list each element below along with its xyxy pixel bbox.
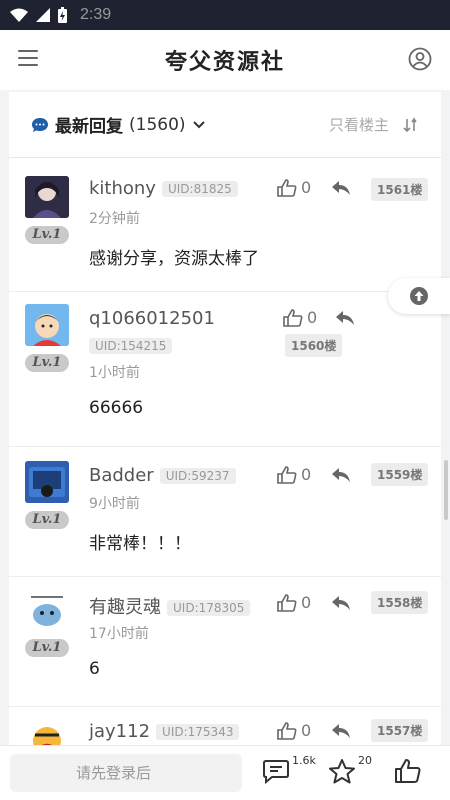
user-id-badge: UID:175343 [156, 724, 240, 740]
signal-icon [36, 8, 50, 22]
level-badge: Lv.1 [25, 226, 69, 244]
user-id-badge: UID:81825 [161, 181, 238, 197]
comment-text: 感谢分享，资源太棒了 [89, 249, 259, 269]
thumbs-up-icon [277, 465, 297, 484]
comment-item: Lv.1 kithony UID:81825 2分钟前 感谢分享，资源太棒了 0 … [9, 158, 441, 292]
thumbs-up-icon [277, 178, 297, 197]
username[interactable]: Badder UID:59237 [89, 465, 236, 486]
comments-card: 最新回复 (1560) 只看楼主 Lv.1 kithony UID:81825 2… [9, 92, 441, 747]
username[interactable]: jay112 UID:175343 [89, 721, 240, 742]
like-count: 0 [307, 308, 318, 327]
menu-icon[interactable] [18, 50, 38, 68]
comment-text: 非常棒！！！ [89, 534, 191, 554]
username[interactable]: kithony UID:81825 [89, 178, 238, 199]
comments-header: 最新回复 (1560) 只看楼主 [9, 92, 441, 158]
floor-badge: 1557楼 [371, 719, 429, 742]
avatar[interactable] [25, 589, 69, 631]
thumbs-up-icon [277, 593, 297, 612]
like-count: 0 [301, 465, 312, 484]
star-count: 20 [358, 754, 372, 767]
reply-count: (1560) [129, 114, 186, 135]
user-icon[interactable] [408, 47, 432, 71]
comment-input[interactable]: 请先登录后 [10, 754, 242, 792]
chat-bubble-icon [32, 117, 48, 132]
comment-time: 1小时前 [89, 365, 140, 381]
reply-icon[interactable] [331, 723, 351, 739]
scrollbar[interactable] [444, 460, 448, 520]
thumbs-up-icon [277, 721, 297, 740]
comment-item: Lv.1 有趣灵魂 UID:178305 17小时前 6 0 1558楼 [9, 577, 441, 707]
reply-icon[interactable] [331, 180, 351, 196]
username[interactable]: 有趣灵魂 UID:178305 [89, 593, 251, 619]
comment-item: jay112 UID:175343 0 1557楼 [9, 707, 441, 747]
avatar[interactable] [25, 717, 69, 747]
comment-count: 1.6k [292, 754, 316, 767]
comment-text: 6 [89, 659, 100, 679]
app-bar: 夸父资源社 [0, 30, 450, 90]
sort-dropdown[interactable]: 最新回复 (1560) [31, 112, 206, 137]
status-time: 2:39 [80, 6, 112, 23]
comment-time: 9小时前 [89, 496, 140, 512]
status-icons [10, 7, 67, 23]
comment-text: 66666 [89, 398, 144, 418]
thumbs-up-icon [283, 308, 303, 327]
user-id-badge: UID:178305 [167, 600, 251, 616]
scroll-top-button[interactable] [388, 278, 450, 314]
arrow-up-icon [410, 287, 428, 305]
chevron-down-icon [192, 120, 205, 128]
app-title: 夸父资源社 [164, 49, 285, 75]
comment-icon[interactable] [262, 758, 290, 784]
like-button[interactable]: 0 [277, 721, 311, 740]
reply-icon[interactable] [331, 595, 351, 611]
user-id-badge: UID:59237 [159, 468, 236, 484]
like-button[interactable]: 0 [283, 308, 317, 327]
like-button[interactable]: 0 [277, 178, 311, 197]
floor-badge: 1561楼 [371, 178, 429, 201]
like-button[interactable]: 0 [277, 465, 311, 484]
battery-icon [58, 7, 67, 23]
bottom-bar: 请先登录后 1.6k 20 [0, 745, 450, 800]
owner-only-filter[interactable]: 只看楼主 [329, 114, 389, 135]
avatar[interactable] [25, 461, 69, 503]
floor-badge: 1559楼 [371, 463, 429, 486]
level-badge: Lv.1 [25, 354, 69, 372]
thumbs-up-icon[interactable] [394, 758, 422, 784]
like-count: 0 [301, 721, 312, 740]
user-id-badge: UID:154215 [89, 338, 173, 354]
floor-badge: 1560楼 [285, 334, 343, 357]
wifi-icon [10, 8, 28, 22]
comment-time: 17小时前 [89, 626, 149, 642]
comment-item: Lv.1 Badder UID:59237 9小时前 非常棒！！！ 0 1559楼 [9, 447, 441, 577]
level-badge: Lv.1 [25, 639, 69, 657]
star-icon[interactable] [328, 758, 356, 785]
floor-badge: 1558楼 [371, 591, 429, 614]
avatar[interactable] [25, 176, 69, 218]
section-label: 最新回复 [55, 117, 123, 137]
status-bar: 2:39 [0, 0, 450, 30]
avatar[interactable] [25, 304, 69, 346]
comment-item: Lv.1 q1066012501 UID:154215 1小时前 66666 0… [9, 292, 441, 447]
reply-icon[interactable] [335, 310, 355, 326]
like-count: 0 [301, 593, 312, 612]
reply-icon[interactable] [331, 467, 351, 483]
like-button[interactable]: 0 [277, 593, 311, 612]
comment-time: 2分钟前 [89, 211, 140, 227]
username[interactable]: q1066012501 [89, 308, 215, 329]
level-badge: Lv.1 [25, 511, 69, 529]
sort-icon[interactable] [403, 117, 419, 133]
like-count: 0 [301, 178, 312, 197]
